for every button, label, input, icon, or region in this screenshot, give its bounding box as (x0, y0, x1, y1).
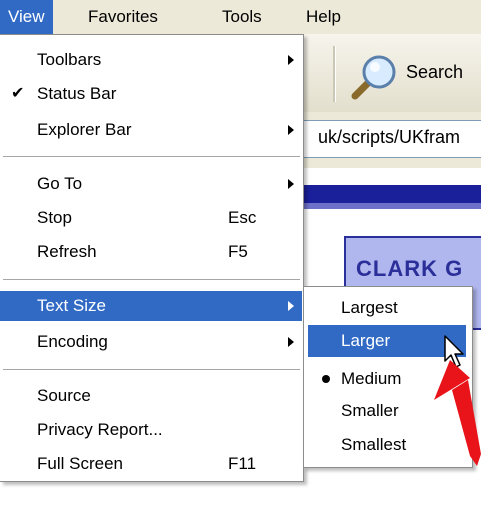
menu-item-label: Encoding (37, 332, 108, 351)
menu-item-label: Text Size (37, 296, 106, 315)
view-menu-item-explorer-bar[interactable]: Explorer Bar (0, 115, 302, 145)
view-menu-item-source[interactable]: Source (0, 381, 302, 411)
text-size-item-largest[interactable]: Largest (308, 292, 466, 324)
submenu-arrow-icon (288, 55, 294, 65)
page-title-text: CLARK G (356, 256, 464, 281)
submenu-arrow-icon (288, 179, 294, 189)
view-menu: Toolbars ✔ Status Bar Explorer Bar Go To… (0, 34, 304, 482)
address-text: uk/scripts/UKfram (318, 127, 461, 147)
menu-item-label: Explorer Bar (37, 120, 132, 139)
toolbar-separator (333, 46, 336, 102)
page-nav-strip-shade (300, 203, 481, 209)
submenu-arrow-icon (288, 337, 294, 347)
menu-item-shortcut: F5 (228, 242, 248, 261)
view-menu-item-toolbars[interactable]: Toolbars (0, 45, 302, 75)
view-menu-item-refresh[interactable]: Refresh F5 (0, 237, 302, 267)
view-menu-item-status-bar[interactable]: ✔ Status Bar (0, 79, 302, 109)
menu-bar: View Favorites Tools Help (0, 0, 481, 34)
search-button[interactable] (345, 52, 403, 102)
menu-item-label: Privacy Report... (37, 420, 163, 439)
menu-item-label: Source (37, 386, 91, 405)
menu-favorites[interactable]: Favorites (80, 0, 166, 34)
submenu-arrow-icon (288, 125, 294, 135)
page-nav-strip (300, 185, 481, 203)
checkmark-icon: ✔ (11, 85, 25, 102)
submenu-arrow-icon (288, 301, 294, 311)
view-menu-item-stop[interactable]: Stop Esc (0, 203, 302, 233)
menu-item-label: Refresh (37, 242, 97, 261)
view-menu-item-text-size[interactable]: Text Size (0, 291, 302, 321)
menu-item-label: Full Screen (37, 454, 123, 473)
magnifier-icon (351, 55, 396, 100)
menu-item-label: Status Bar (37, 84, 117, 103)
menu-item-shortcut: F11 (228, 454, 257, 473)
menu-separator (3, 369, 300, 370)
submenu-item-label: Larger (341, 331, 391, 350)
submenu-item-label: Smallest (341, 435, 407, 454)
menu-item-label: Go To (37, 174, 83, 193)
annotation-arrow-icon (430, 356, 481, 471)
view-menu-item-encoding[interactable]: Encoding (0, 327, 302, 357)
view-menu-item-privacy-report[interactable]: Privacy Report... (0, 415, 302, 445)
search-button-label[interactable]: Search (406, 62, 463, 83)
menu-item-label: Stop (37, 208, 72, 227)
submenu-item-label: Medium (341, 369, 402, 388)
menu-separator (3, 279, 300, 280)
radio-bullet-icon (322, 375, 330, 383)
view-menu-item-go-to[interactable]: Go To (0, 169, 302, 199)
text-size-item-larger[interactable]: Larger (308, 325, 466, 357)
view-menu-item-full-screen[interactable]: Full Screen F11 (0, 449, 302, 479)
submenu-item-label: Largest (341, 298, 398, 317)
menu-view[interactable]: View (0, 0, 53, 34)
menu-item-label: Toolbars (37, 50, 102, 69)
submenu-item-label: Smaller (341, 401, 399, 420)
menu-item-shortcut: Esc (228, 208, 257, 227)
menu-tools[interactable]: Tools (214, 0, 270, 34)
menu-separator (3, 156, 300, 157)
menu-help[interactable]: Help (298, 0, 349, 34)
